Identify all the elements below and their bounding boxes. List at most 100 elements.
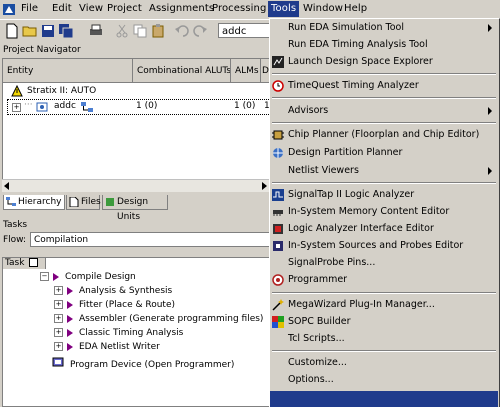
menu-item-megawizard-plug-in-manager[interactable]: MegaWizard Plug-In Manager... [270,297,498,313]
expand-icon[interactable]: + [54,328,63,337]
menu-item-programmer[interactable]: Programmer [270,272,498,288]
column-alms[interactable]: ALMs [231,59,261,83]
megawizard-icon [272,299,284,311]
task-column-header[interactable]: Task [3,258,46,269]
menu-item-in-system-sources-and-probes-editor[interactable]: In-System Sources and Probes Editor [270,238,498,254]
collapse-icon[interactable]: − [40,272,49,281]
flow-select[interactable]: Compilation [30,232,270,247]
tasks-title: Tasks [3,220,28,230]
menu-item-run-eda-simulation-tool[interactable]: Run EDA Simulation Tool [270,20,498,36]
save-all-icon[interactable] [58,23,74,39]
save-icon[interactable] [40,23,56,39]
expand-icon[interactable]: + [54,342,63,351]
task-program-device[interactable]: Program Device (Open Programmer) [52,356,234,370]
undo-icon[interactable] [174,23,190,39]
menu-assignments[interactable]: Assignments [149,3,214,14]
alms-value: 1 (0) [234,101,256,111]
column-combinational-aluts[interactable]: Combinational ALUTs [133,59,231,83]
menu-window[interactable]: Window [303,3,343,14]
run-icon[interactable] [53,272,59,281]
menu-item-in-system-memory-content-editor[interactable]: In-System Memory Content Editor [270,204,498,220]
column-entity[interactable]: Entity [3,59,133,83]
table-row[interactable]: + ··· addc 1 (0) 1 (0) 1 [7,99,271,115]
menu-separator [272,292,496,294]
run-icon[interactable] [67,314,73,323]
sopc-icon [272,316,284,328]
menu-item-tcl-scripts[interactable]: Tcl Scripts... [270,331,498,347]
menu-project[interactable]: Project [107,3,142,14]
copy-icon[interactable] [132,23,148,39]
expand-icon[interactable]: + [54,286,63,295]
task-compile-design[interactable]: − Compile Design [40,270,136,284]
expand-icon[interactable]: + [12,103,21,112]
project-navigator-table: Entity Combinational ALUTs ALMs D Strati… [2,58,271,188]
submenu-arrow-icon [488,167,492,175]
scroll-left-icon[interactable] [4,182,9,190]
menu-item-customize[interactable]: Customize... [270,355,498,371]
menu-item-options[interactable]: Options... [270,372,498,388]
files-tab-icon [69,196,79,208]
menu-item-chip-planner[interactable]: Chip Planner (Floorplan and Chip Editor) [270,127,498,143]
dse-icon [272,56,284,68]
menu-help[interactable]: Help [344,3,367,14]
paste-icon[interactable] [150,23,166,39]
horizontal-scrollbar[interactable] [2,179,270,192]
chip-icon [272,129,284,141]
menu-processing[interactable]: Processing [212,3,266,14]
cut-icon[interactable] [114,23,130,39]
task-analysis-synthesis[interactable]: + Analysis & Synthesis [54,284,172,298]
project-navigator-title: Project Navigator [0,44,270,57]
expand-icon[interactable]: + [54,314,63,323]
new-file-icon[interactable] [4,23,20,39]
menu-item-sopc-builder[interactable]: SOPC Builder [270,314,498,330]
clock-icon [272,80,284,92]
design-units-tab-icon [105,197,115,207]
run-icon[interactable] [67,342,73,351]
menu-separator [272,182,496,184]
task-assembler[interactable]: + Assembler (Generate programming files) [54,312,263,326]
run-icon[interactable] [67,286,73,295]
program-device-icon [52,356,64,373]
menu-item-netlist-viewers[interactable]: Netlist Viewers [270,163,498,179]
menu-tools[interactable]: Tools [268,1,300,17]
entity-combo-box[interactable]: addc [218,23,270,38]
task-classic-timing-analysis[interactable]: + Classic Timing Analysis [54,326,183,340]
aluts-value: 1 (0) [136,101,158,111]
print-icon[interactable] [88,23,104,39]
entity-name: addc [54,101,76,111]
menu-item-logic-analyzer-interface-editor[interactable]: Logic Analyzer Interface Editor [270,221,498,237]
menu-item-design-partition-planner[interactable]: Design Partition Planner [270,145,498,161]
task-eda-netlist-writer[interactable]: + EDA Netlist Writer [54,340,160,354]
menu-separator [272,73,496,75]
menu-item-run-eda-timing-analysis-tool[interactable]: Run EDA Timing Analysis Tool [270,37,498,53]
run-icon[interactable] [67,328,73,337]
open-folder-icon[interactable] [22,23,38,39]
checkbox-icon[interactable] [29,258,39,267]
programmer-icon [272,274,284,286]
menu-separator [272,97,496,99]
menu-item-timequest-timing-analyzer[interactable]: TimeQuest Timing Analyzer [270,78,498,94]
menu-bar: File Edit View Project Assignments Proce… [0,0,500,20]
tab-design-units[interactable]: Design Units [102,195,168,222]
menu-item-signalprobe-pins[interactable]: SignalProbe Pins... [270,255,498,271]
device-label: Stratix II: AUTO [27,86,97,96]
menu-edit[interactable]: Edit [52,3,72,14]
submenu-arrow-icon [488,24,492,32]
task-fitter[interactable]: + Fitter (Place & Route) [54,298,175,312]
menu-view[interactable]: View [79,3,103,14]
menu-file[interactable]: File [21,3,38,14]
redo-icon[interactable] [192,23,208,39]
tab-hierarchy[interactable]: Hierarchy [3,195,65,210]
menu-item-signaltap-ii-logic-analyzer[interactable]: SignalTap II Logic Analyzer [270,187,498,203]
tab-files[interactable]: Files [66,195,101,210]
probes-icon [272,240,284,252]
menu-separator [272,350,496,352]
run-icon[interactable] [67,300,73,309]
menu-item-advisors[interactable]: Advisors [270,103,498,119]
expand-icon[interactable]: + [54,300,63,309]
menu-item-launch-design-space-explorer[interactable]: Launch Design Space Explorer [270,54,498,70]
menu-item-highlighted-partial[interactable] [270,391,498,407]
scroll-right-icon[interactable] [262,182,267,190]
app-icon[interactable] [2,3,16,16]
table-row[interactable]: Stratix II: AUTO [11,84,266,99]
